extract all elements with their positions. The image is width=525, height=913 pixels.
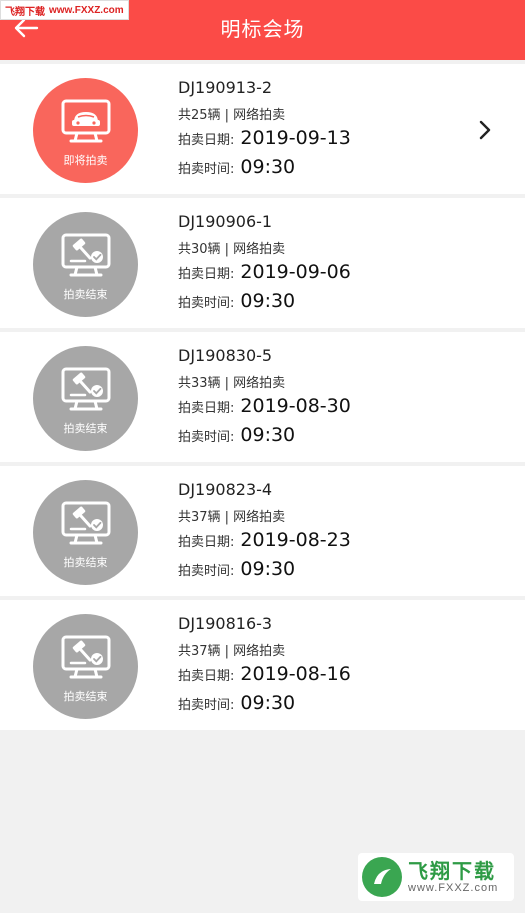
session-list: 即将拍卖 DJ190913-2 共25辆 | 网络拍卖 拍卖日期: 2019-0… bbox=[0, 64, 525, 734]
auction-time-label: 拍卖时间: bbox=[178, 296, 235, 311]
auction-date-row: 拍卖日期: 2019-08-23 bbox=[178, 529, 351, 551]
auction-date-label: 拍卖日期: bbox=[178, 401, 235, 416]
session-card[interactable]: 拍卖结束 DJ190830-5 共33辆 | 网络拍卖 拍卖日期: 2019-0… bbox=[0, 332, 525, 462]
watermark-brand: 飞翔下载 bbox=[408, 859, 496, 883]
auction-time-label: 拍卖时间: bbox=[178, 162, 235, 177]
auction-date-label: 拍卖日期: bbox=[178, 669, 235, 684]
status-label: 拍卖结束 bbox=[63, 556, 108, 569]
session-card[interactable]: 拍卖结束 DJ190906-1 共30辆 | 网络拍卖 拍卖日期: 2019-0… bbox=[0, 198, 525, 328]
session-meta: 共30辆 | 网络拍卖 bbox=[178, 242, 286, 257]
session-code: DJ190816-3 bbox=[178, 614, 273, 633]
gavel-monitor-check-icon bbox=[61, 501, 111, 545]
session-meta: 共37辆 | 网络拍卖 bbox=[178, 510, 286, 525]
auction-date-label: 拍卖日期: bbox=[178, 133, 235, 148]
auction-date-label: 拍卖日期: bbox=[178, 267, 235, 282]
status-label: 拍卖结束 bbox=[63, 422, 108, 435]
auction-time-row: 拍卖时间: 09:30 bbox=[178, 692, 295, 714]
status-disc: 拍卖结束 bbox=[33, 346, 138, 451]
auction-time-label: 拍卖时间: bbox=[178, 430, 235, 445]
session-card[interactable]: 拍卖结束 DJ190823-4 共37辆 | 网络拍卖 拍卖日期: 2019-0… bbox=[0, 466, 525, 596]
session-card[interactable]: 拍卖结束 DJ190816-3 共37辆 | 网络拍卖 拍卖日期: 2019-0… bbox=[0, 600, 525, 730]
status-disc: 拍卖结束 bbox=[33, 480, 138, 585]
session-meta: 共25辆 | 网络拍卖 bbox=[178, 108, 286, 123]
auction-date-row: 拍卖日期: 2019-08-30 bbox=[178, 395, 351, 417]
auction-date-value: 2019-08-30 bbox=[240, 395, 351, 417]
watermark-text: 飞翔下载 bbox=[5, 6, 45, 18]
auction-date-value: 2019-08-23 bbox=[240, 529, 351, 551]
auction-time-row: 拍卖时间: 09:30 bbox=[178, 558, 295, 580]
session-code: DJ190830-5 bbox=[178, 346, 273, 365]
auction-date-value: 2019-08-16 bbox=[240, 663, 351, 685]
watermark-url: www.FXXZ.com bbox=[49, 4, 124, 16]
auction-time-row: 拍卖时间: 09:30 bbox=[178, 424, 295, 446]
gavel-monitor-check-icon bbox=[61, 367, 111, 411]
gavel-monitor-check-icon bbox=[61, 635, 111, 679]
auction-time-label: 拍卖时间: bbox=[178, 564, 235, 579]
status-disc: 拍卖结束 bbox=[33, 614, 138, 719]
status-disc: 拍卖结束 bbox=[33, 212, 138, 317]
page-title: 明标会场 bbox=[220, 16, 305, 41]
arrow-left-icon bbox=[14, 18, 39, 38]
auction-time-row: 拍卖时间: 09:30 bbox=[178, 290, 295, 312]
session-code: DJ190906-1 bbox=[178, 212, 273, 231]
auction-time-label: 拍卖时间: bbox=[178, 698, 235, 713]
status-label: 拍卖结束 bbox=[63, 690, 108, 703]
auction-time-value: 09:30 bbox=[240, 156, 296, 178]
auction-date-value: 2019-09-13 bbox=[240, 127, 351, 149]
auction-date-row: 拍卖日期: 2019-09-13 bbox=[178, 127, 351, 149]
watermark-text-group: 飞翔下载 www.FXXZ.com bbox=[408, 860, 498, 894]
auction-car-monitor-icon bbox=[61, 99, 111, 143]
auction-time-value: 09:30 bbox=[240, 692, 296, 714]
chevron-right-icon[interactable] bbox=[475, 118, 495, 142]
watermark-bottom: 飞翔下载 www.FXXZ.com bbox=[358, 853, 514, 901]
auction-time-value: 09:30 bbox=[240, 558, 296, 580]
status-disc: 即将拍卖 bbox=[33, 78, 138, 183]
status-label: 即将拍卖 bbox=[63, 154, 108, 167]
auction-date-value: 2019-09-06 bbox=[240, 261, 351, 283]
watermark-logo-icon bbox=[362, 857, 402, 897]
status-label: 拍卖结束 bbox=[63, 288, 108, 301]
gavel-monitor-check-icon bbox=[61, 233, 111, 277]
session-meta: 共33辆 | 网络拍卖 bbox=[178, 376, 286, 391]
session-code: DJ190823-4 bbox=[178, 480, 273, 499]
auction-time-value: 09:30 bbox=[240, 290, 296, 312]
session-card[interactable]: 即将拍卖 DJ190913-2 共25辆 | 网络拍卖 拍卖日期: 2019-0… bbox=[0, 64, 525, 194]
auction-date-row: 拍卖日期: 2019-08-16 bbox=[178, 663, 351, 685]
watermark-site: www.FXXZ.com bbox=[408, 882, 499, 894]
session-meta: 共37辆 | 网络拍卖 bbox=[178, 644, 286, 659]
auction-time-row: 拍卖时间: 09:30 bbox=[178, 156, 295, 178]
auction-time-value: 09:30 bbox=[240, 424, 296, 446]
auction-date-row: 拍卖日期: 2019-09-06 bbox=[178, 261, 351, 283]
auction-date-label: 拍卖日期: bbox=[178, 535, 235, 550]
watermark-top: 飞翔下载 www.FXXZ.com bbox=[0, 0, 129, 20]
session-code: DJ190913-2 bbox=[178, 78, 273, 97]
